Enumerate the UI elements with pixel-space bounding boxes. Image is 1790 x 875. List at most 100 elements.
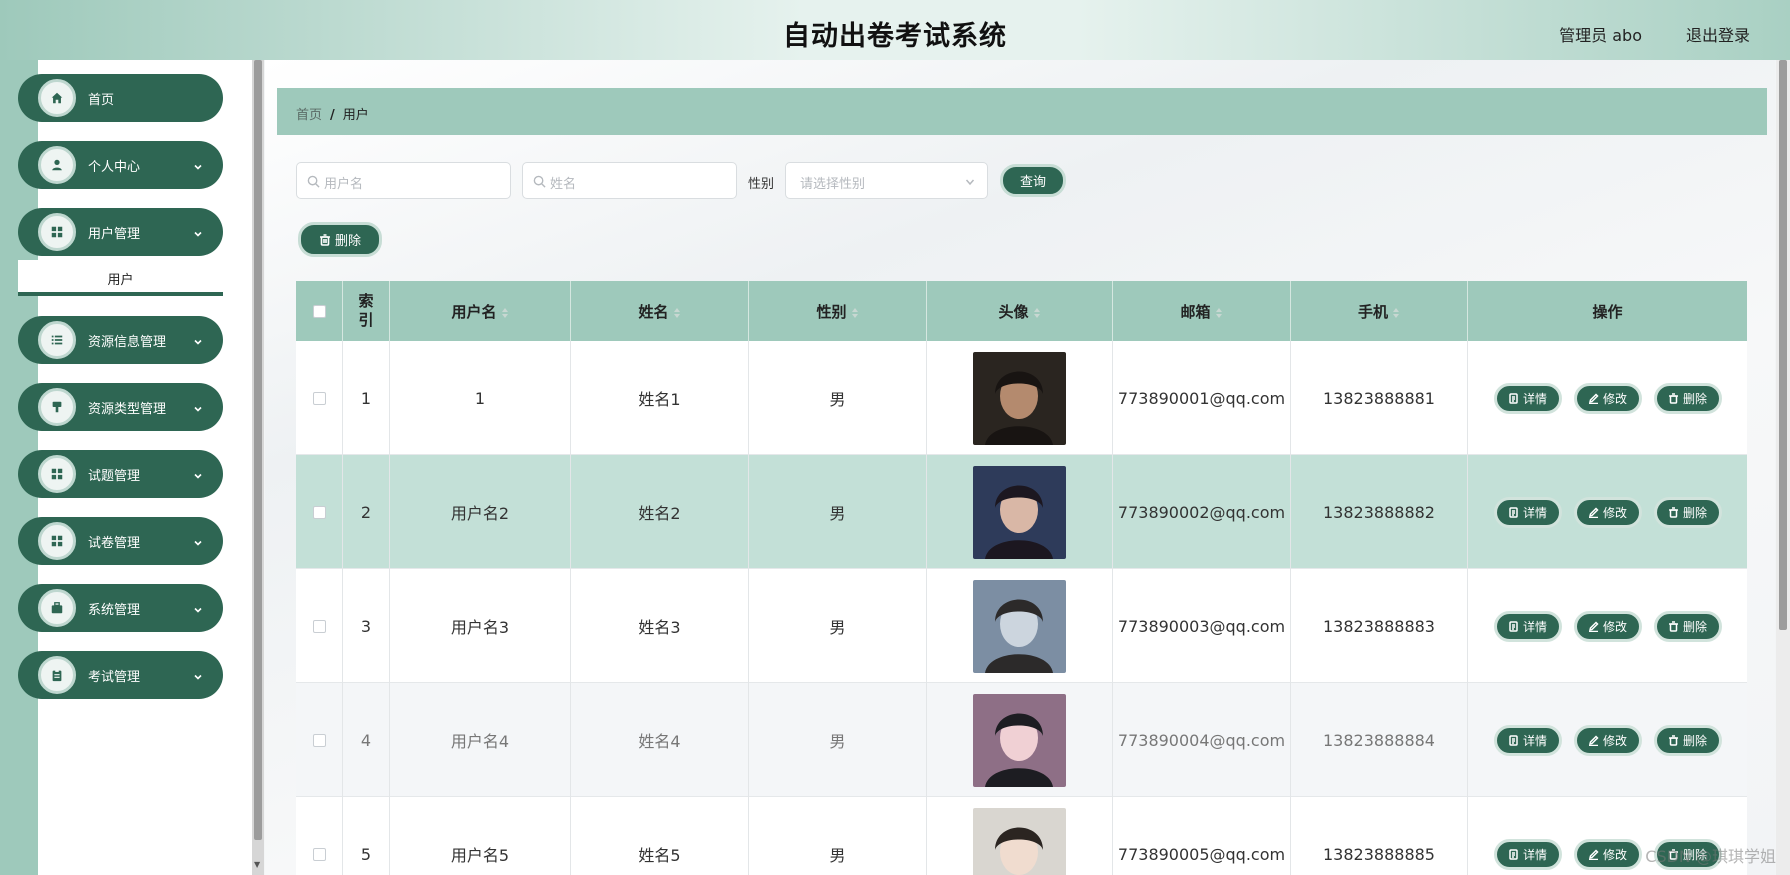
gender-select[interactable]: 请选择性别 (785, 162, 988, 199)
sidebar-item-paper-management[interactable]: 试卷管理 (18, 517, 223, 565)
cell-index: 3 (343, 569, 390, 683)
username-search-input[interactable]: 用户名 (296, 162, 511, 199)
header-gender[interactable]: 性别 (749, 281, 927, 341)
document-icon (1509, 848, 1518, 860)
delete-button[interactable]: 删除 (1653, 496, 1722, 528)
cell-phone: 13823888885 (1291, 797, 1468, 875)
detail-button[interactable]: 详情 (1493, 610, 1562, 642)
logout-link[interactable]: 退出登录 (1686, 22, 1750, 46)
delete-button[interactable]: 删除 (1653, 382, 1722, 414)
header-actions-label: 操作 (1592, 302, 1623, 321)
name-search-input[interactable]: 姓名 (522, 162, 737, 199)
cell-gender: 男 (749, 683, 927, 797)
main-scrollbar-thumb[interactable] (1779, 60, 1787, 630)
trash-icon (319, 233, 330, 246)
edit-button[interactable]: 修改 (1573, 610, 1642, 642)
row-checkbox[interactable] (312, 619, 326, 633)
cell-email-value: 773890004@qq.com (1117, 730, 1286, 750)
row-checkbox[interactable] (312, 505, 326, 519)
top-header: 自动出卷考试系统 管理员 abo 退出登录 (0, 0, 1790, 60)
cell-username: 用户名3 (390, 569, 571, 683)
edit-button[interactable]: 修改 (1573, 838, 1642, 870)
header-avatar[interactable]: 头像 (927, 281, 1113, 341)
user-icon (38, 146, 76, 184)
cell-index-value: 5 (360, 844, 372, 864)
edit-icon (1588, 620, 1599, 632)
sidebar-scrollbar[interactable]: ▼ (252, 60, 264, 875)
query-button[interactable]: 查询 (1000, 164, 1066, 197)
edit-button-label: 修改 (1602, 505, 1627, 520)
cell-avatar (927, 797, 1113, 875)
grid-icon (38, 522, 76, 560)
sidebar-item-home[interactable]: 首页 (18, 74, 223, 122)
sidebar-item-resource-info[interactable]: 资源信息管理 (18, 316, 223, 364)
edit-button[interactable]: 修改 (1573, 724, 1642, 756)
sidebar-item-user-management[interactable]: 用户管理 (18, 208, 223, 256)
cell-index-value: 1 (360, 388, 372, 408)
sidebar-item-label: 用户管理 (88, 227, 141, 242)
header-actions: 操作 (1468, 281, 1747, 341)
edit-icon (1588, 392, 1599, 404)
trash-icon (1668, 506, 1678, 518)
delete-button[interactable]: 删除 (1653, 724, 1722, 756)
cell-avatar (927, 683, 1113, 797)
cell-email-value: 773890002@qq.com (1117, 502, 1286, 522)
sidebar-item-question-management[interactable]: 试题管理 (18, 450, 223, 498)
cell-gender: 男 (749, 569, 927, 683)
delete-button-label: 删除 (1682, 505, 1707, 520)
cell-phone-value: 13823888883 (1323, 616, 1435, 636)
header-username[interactable]: 用户名 (390, 281, 571, 341)
sidebar-item-system-management[interactable]: 系统管理 (18, 584, 223, 632)
detail-button[interactable]: 详情 (1493, 496, 1562, 528)
breadcrumb-current: 用户 (342, 108, 369, 123)
cell-select (296, 797, 343, 875)
cell-phone: 13823888882 (1291, 455, 1468, 569)
list-icon (38, 321, 76, 359)
delete-button[interactable]: 删除 (1653, 610, 1722, 642)
edit-button-label: 修改 (1602, 619, 1627, 634)
sidebar-item-label: 试卷管理 (88, 536, 141, 551)
cell-username: 用户名5 (390, 797, 571, 875)
row-checkbox[interactable] (312, 391, 326, 405)
sidebar-item-label: 试题管理 (88, 469, 141, 484)
scroll-down-arrow-icon[interactable]: ▼ (254, 860, 260, 869)
edit-button[interactable]: 修改 (1573, 382, 1642, 414)
briefcase-icon (38, 589, 76, 627)
edit-button[interactable]: 修改 (1573, 496, 1642, 528)
batch-delete-button[interactable]: 删除 (298, 222, 382, 257)
cell-index: 4 (343, 683, 390, 797)
row-checkbox[interactable] (312, 847, 326, 861)
sidebar-item-exam-management[interactable]: 考试管理 (18, 651, 223, 699)
header-phone[interactable]: 手机 (1291, 281, 1468, 341)
gender-filter-label: 性别 (748, 177, 775, 192)
detail-button[interactable]: 详情 (1493, 382, 1562, 414)
sort-icon[interactable] (1392, 305, 1400, 318)
cell-name: 姓名5 (571, 797, 749, 875)
sidebar-item-personal-center[interactable]: 个人中心 (18, 141, 223, 189)
row-checkbox[interactable] (312, 733, 326, 747)
main-scrollbar[interactable] (1776, 60, 1790, 875)
cell-name-value: 姓名2 (638, 504, 681, 523)
sidebar-item-resource-type[interactable]: 资源类型管理 (18, 383, 223, 431)
sort-icon[interactable] (1215, 305, 1223, 318)
detail-button[interactable]: 详情 (1493, 724, 1562, 756)
chevron-down-icon (193, 600, 203, 613)
breadcrumb-home[interactable]: 首页 (296, 108, 322, 123)
cell-email: 773890005@qq.com (1113, 797, 1291, 875)
sidebar-item-label: 资源类型管理 (88, 402, 167, 417)
sidebar-scrollbar-thumb[interactable] (254, 60, 262, 840)
cell-phone-value: 13823888884 (1323, 730, 1435, 750)
select-all-checkbox[interactable] (312, 304, 326, 318)
sort-icon[interactable] (851, 305, 859, 318)
sort-icon[interactable] (1033, 305, 1041, 318)
header-name[interactable]: 姓名 (571, 281, 749, 341)
sort-icon[interactable] (501, 305, 509, 318)
detail-button[interactable]: 详情 (1493, 838, 1562, 870)
chevron-down-icon (193, 466, 203, 479)
sidebar-subitem-user[interactable]: 用户 (18, 260, 223, 296)
cell-name: 姓名4 (571, 683, 749, 797)
header-email[interactable]: 邮箱 (1113, 281, 1291, 341)
cell-username: 用户名2 (390, 455, 571, 569)
sort-icon[interactable] (673, 305, 681, 318)
chevron-down-icon (193, 332, 203, 345)
